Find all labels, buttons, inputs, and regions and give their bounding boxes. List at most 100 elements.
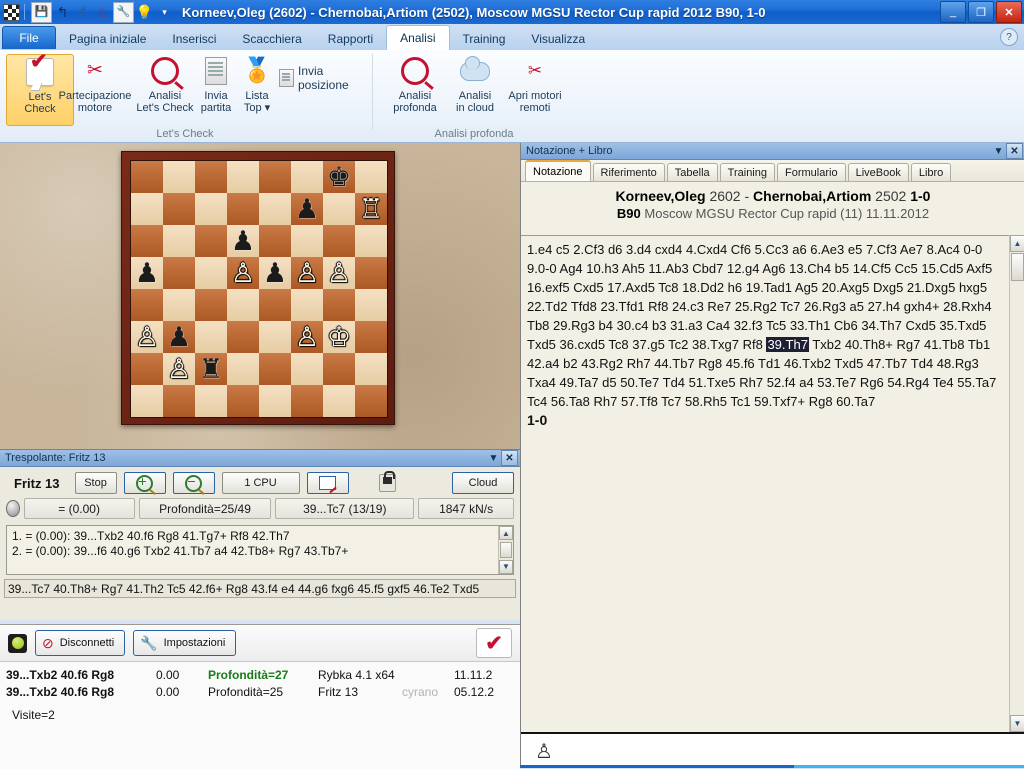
lightbulb-icon[interactable]: 💡: [135, 3, 154, 22]
board-square-g4[interactable]: [323, 289, 355, 321]
tab-rapporti[interactable]: Rapporti: [315, 27, 386, 50]
close-button[interactable]: ✕: [996, 1, 1022, 23]
scroll-up-icon[interactable]: ▲: [1010, 235, 1024, 252]
board-square-h4[interactable]: [355, 289, 387, 321]
board-square-h7[interactable]: ♖: [355, 193, 387, 225]
board-square-b2[interactable]: ♙: [163, 353, 195, 385]
piece-black-rook-c2[interactable]: ♜: [195, 353, 227, 385]
board-square-d4[interactable]: [227, 289, 259, 321]
piece-white-pawn-g5[interactable]: ♙: [323, 257, 355, 289]
board-square-d3[interactable]: [227, 321, 259, 353]
board-square-b1[interactable]: [163, 385, 195, 417]
board-square-e4[interactable]: [259, 289, 291, 321]
board-square-g7[interactable]: [323, 193, 355, 225]
board-square-f3[interactable]: ♙: [291, 321, 323, 353]
engine-pane-menu-icon[interactable]: ▼: [486, 451, 501, 465]
board-square-g5[interactable]: ♙: [323, 257, 355, 289]
engine-participation-button[interactable]: ✂ Partecipazione motore: [52, 54, 138, 124]
board-square-f2[interactable]: [291, 353, 323, 385]
board-square-h3[interactable]: [355, 321, 387, 353]
piece-white-pawn-b2[interactable]: ♙: [163, 353, 195, 385]
deep-analysis-button[interactable]: Analisi profonda: [382, 54, 448, 124]
restore-button[interactable]: ❐: [968, 1, 994, 23]
variation-line[interactable]: 2. = (0.00): 39...f6 40.g6 Txb2 41.Tb7 a…: [12, 544, 493, 559]
board-square-g3[interactable]: ♔: [323, 321, 355, 353]
board-square-e8[interactable]: [259, 161, 291, 193]
board-square-a8[interactable]: [131, 161, 163, 193]
board-square-a6[interactable]: [131, 225, 163, 257]
board-square-h2[interactable]: [355, 353, 387, 385]
scroll-up-icon[interactable]: ▲: [499, 526, 513, 541]
notation-pane-close-icon[interactable]: ✕: [1006, 143, 1023, 159]
engine-zoom-in-button[interactable]: [123, 472, 166, 494]
board-square-f7[interactable]: ♟: [291, 193, 323, 225]
notation-moves-body[interactable]: 1.e4 c5 2.Cf3 d6 3.d4 cxd4 4.Cxd4 Cf6 5.…: [521, 235, 1024, 732]
board-square-d2[interactable]: [227, 353, 259, 385]
board-square-g6[interactable]: [323, 225, 355, 257]
engine-lock-button[interactable]: [368, 471, 408, 493]
board-square-d8[interactable]: [227, 161, 259, 193]
board-square-c4[interactable]: [195, 289, 227, 321]
tab-scacchiera[interactable]: Scacchiera: [229, 27, 314, 50]
scroll-down-icon[interactable]: ▼: [499, 559, 513, 574]
tab-training[interactable]: Training: [719, 163, 775, 181]
board-square-c5[interactable]: [195, 257, 227, 289]
board-square-a3[interactable]: ♙: [131, 321, 163, 353]
tab-livebook[interactable]: LiveBook: [847, 163, 909, 181]
board-square-e7[interactable]: [259, 193, 291, 225]
board-edit-icon[interactable]: ♘: [93, 3, 112, 22]
tab-visualizza[interactable]: Visualizza: [518, 27, 598, 50]
board-square-a4[interactable]: [131, 289, 163, 321]
board-square-e6[interactable]: [259, 225, 291, 257]
piece-black-pawn-b3[interactable]: ♟: [163, 321, 195, 353]
table-row[interactable]: 39...Txb2 40.f6 Rg8 0.00 Profondità=27 R…: [6, 666, 520, 683]
tab-pagina-iniziale[interactable]: Pagina iniziale: [56, 27, 159, 50]
board-square-d5[interactable]: ♙: [227, 257, 259, 289]
tab-analisi[interactable]: Analisi: [386, 25, 450, 51]
variation-line[interactable]: 1. = (0.00): 39...Txb2 40.f6 Rg8 41.Tg7+…: [12, 529, 493, 544]
piece-black-pawn-f7[interactable]: ♟: [291, 193, 323, 225]
scrollbar-thumb[interactable]: [1011, 253, 1024, 281]
tab-training[interactable]: Training: [450, 27, 519, 50]
tab-formulario[interactable]: Formulario: [777, 163, 846, 181]
wrench-icon[interactable]: 🔧: [113, 1, 134, 23]
chessboard[interactable]: ♚ ♟ ♖ ♟ ♟ ♙ ♟ ♙ ♙ ♙ ♟ ♙ ♔ ♙ ♜: [130, 160, 388, 418]
board-square-d1[interactable]: [227, 385, 259, 417]
board-square-c2[interactable]: ♜: [195, 353, 227, 385]
board-square-a2[interactable]: [131, 353, 163, 385]
piece-white-pawn-f5[interactable]: ♙: [291, 257, 323, 289]
board-square-h6[interactable]: [355, 225, 387, 257]
board-square-d7[interactable]: [227, 193, 259, 225]
tab-riferimento[interactable]: Riferimento: [592, 163, 665, 181]
piece-white-pawn-a3[interactable]: ♙: [131, 321, 163, 353]
piece-black-pawn-a5[interactable]: ♟: [131, 257, 163, 289]
piece-white-pawn-f3[interactable]: ♙: [291, 321, 323, 353]
tab-notazione[interactable]: Notazione: [525, 160, 591, 181]
engine-cloud-button[interactable]: Cloud: [452, 472, 514, 494]
board-square-e2[interactable]: [259, 353, 291, 385]
board-square-c6[interactable]: [195, 225, 227, 257]
board-square-c7[interactable]: [195, 193, 227, 225]
engine-variations-box[interactable]: 1. = (0.00): 39...Txb2 40.f6 Rg8 41.Tg7+…: [6, 525, 514, 575]
piece-white-king-g3[interactable]: ♔: [323, 321, 355, 353]
board-square-c1[interactable]: [195, 385, 227, 417]
tab-libro[interactable]: Libro: [910, 163, 952, 181]
top-list-button[interactable]: 🏅 Lista Top ▾: [233, 54, 281, 124]
board-square-a5[interactable]: ♟: [131, 257, 163, 289]
minimize-button[interactable]: _: [940, 1, 966, 23]
save-icon[interactable]: 💾: [31, 1, 52, 23]
board-square-h8[interactable]: [355, 161, 387, 193]
board-square-b5[interactable]: [163, 257, 195, 289]
board-square-c3[interactable]: [195, 321, 227, 353]
board-square-b6[interactable]: [163, 225, 195, 257]
board-square-b4[interactable]: [163, 289, 195, 321]
cloud-analysis-button[interactable]: Analisi in cloud: [446, 54, 504, 124]
board-square-c8[interactable]: [195, 161, 227, 193]
send-position-button[interactable]: Invia posizione: [279, 64, 370, 92]
engine-stop-button[interactable]: Stop: [74, 472, 117, 494]
notation-pane-menu-icon[interactable]: ▼: [991, 144, 1006, 158]
table-row[interactable]: 39...Txb2 40.f6 Rg8 0.00 Profondità=25 F…: [6, 683, 520, 700]
board-square-f8[interactable]: [291, 161, 323, 193]
current-move-highlight[interactable]: 39.Th7: [766, 337, 809, 352]
board-square-e1[interactable]: [259, 385, 291, 417]
